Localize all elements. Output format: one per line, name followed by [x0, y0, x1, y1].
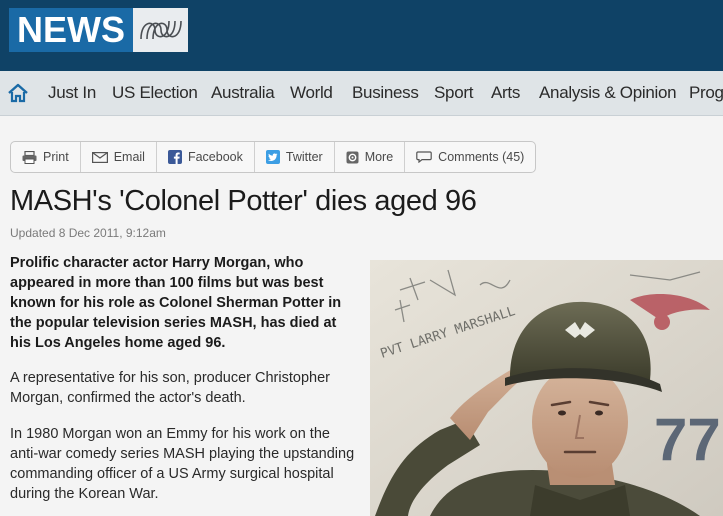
nav-item-just-in[interactable]: Just In	[48, 83, 96, 103]
comment-icon	[416, 151, 432, 163]
twitter-icon	[265, 150, 280, 164]
article-headline: MASH's 'Colonel Potter' dies aged 96	[10, 185, 477, 217]
updated-timestamp: Updated 8 Dec 2011, 9:12am	[10, 226, 166, 240]
twitter-label: Twitter	[285, 150, 323, 164]
nav-item-world[interactable]: World	[290, 83, 333, 103]
more-label: More	[364, 150, 394, 164]
news-logo[interactable]: NEWS	[9, 8, 133, 52]
nav-item-sport[interactable]: Sport	[434, 83, 473, 103]
email-button[interactable]: Email	[81, 142, 157, 172]
nav-item-australia[interactable]: Australia	[211, 83, 275, 103]
print-label: Print	[43, 150, 69, 164]
wall-number: 77	[654, 406, 721, 473]
nav-item-business[interactable]: Business	[352, 83, 419, 103]
nav-item-arts[interactable]: Arts	[491, 83, 520, 103]
email-label: Email	[113, 150, 145, 164]
article-lede: Prolific character actor Harry Morgan, w…	[10, 255, 342, 351]
share-toolbar: Print Email Facebook Twitter More Commen…	[10, 141, 537, 173]
facebook-icon	[167, 150, 182, 164]
printer-icon	[22, 150, 37, 164]
nav-item-programs[interactable]: Prog	[689, 83, 723, 103]
twitter-button[interactable]: Twitter	[255, 142, 335, 172]
comments-button[interactable]: Comments (45)	[405, 142, 535, 172]
more-button[interactable]: More	[335, 142, 406, 172]
nav-item-us-election[interactable]: US Election	[112, 83, 198, 103]
article-paragraph: In 1980 Morgan won an Emmy for his work …	[10, 426, 355, 502]
main-nav: Just In US Election Australia World Busi…	[0, 71, 723, 116]
envelope-icon	[91, 151, 108, 163]
nav-item-analysis-opinion[interactable]: Analysis & Opinion	[539, 83, 677, 103]
masthead: NEWS	[0, 0, 723, 71]
article-paragraph: A representative for his son, producer C…	[10, 370, 330, 406]
share-more-icon	[346, 151, 359, 163]
abc-logo-icon[interactable]	[133, 8, 188, 52]
print-button[interactable]: Print	[11, 142, 81, 172]
comments-label: Comments (45)	[438, 150, 525, 164]
facebook-label: Facebook	[187, 150, 243, 164]
home-icon[interactable]	[7, 82, 29, 104]
article-photo[interactable]: PVT LARRY MARSHALL 77	[370, 260, 723, 516]
facebook-button[interactable]: Facebook	[157, 142, 255, 172]
